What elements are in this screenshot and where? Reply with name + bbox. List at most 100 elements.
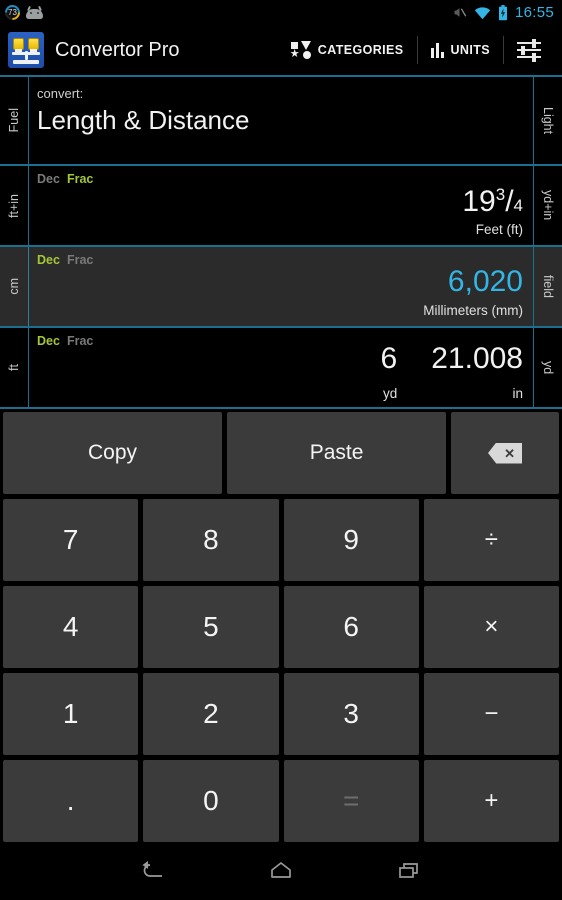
status-bar-clock: 16:55 xyxy=(514,4,554,21)
app-root: 73 16:55 Convertor Pro ★ CATEGORIES UNIT… xyxy=(0,0,562,900)
categories-label: CATEGORIES xyxy=(317,43,404,57)
key-0[interactable]: 0 xyxy=(143,760,279,842)
key-5[interactable]: 5 xyxy=(143,586,279,668)
key-label: + xyxy=(484,787,499,814)
category-selector[interactable]: convert: Length & Distance xyxy=(28,77,534,164)
copy-button[interactable]: Copy xyxy=(3,412,223,494)
frac-option[interactable]: Frac xyxy=(67,253,93,267)
conversion-row[interactable]: ft+in Dec Frac 193/4 Feet (ft) yd+in xyxy=(0,166,562,247)
row-content[interactable]: Dec Frac 193/4 Feet (ft) xyxy=(28,166,534,245)
key-label: 4 xyxy=(62,611,79,642)
fraction-denominator: 4 xyxy=(513,196,523,215)
keypad-row-4: . 0 = + xyxy=(3,760,559,842)
frac-option[interactable]: Frac xyxy=(67,172,93,186)
dec-option[interactable]: Dec xyxy=(37,334,60,348)
key-label: 7 xyxy=(62,524,79,555)
home-icon xyxy=(271,862,291,878)
conversion-row-active[interactable]: cm Dec Frac 6,020 Millimeters (mm) field xyxy=(0,247,562,328)
status-bar-right-icons: 16:55 xyxy=(452,4,554,21)
key-decimal[interactable]: . xyxy=(3,760,139,842)
dec-option[interactable]: Dec xyxy=(37,253,60,267)
key-3[interactable]: 3 xyxy=(283,673,419,755)
categories-button[interactable]: ★ CATEGORIES xyxy=(278,32,417,68)
row-next-unit-label: yd xyxy=(541,360,555,375)
key-label: 1 xyxy=(62,698,79,729)
row-prev-unit-tab[interactable]: ft xyxy=(0,328,28,407)
key-label: . xyxy=(66,785,75,816)
key-7[interactable]: 7 xyxy=(3,499,139,581)
row-next-unit-tab[interactable]: field xyxy=(534,247,562,326)
key-1[interactable]: 1 xyxy=(3,673,139,755)
conversion-rows: ft+in Dec Frac 193/4 Feet (ft) yd+in cm xyxy=(0,166,562,409)
row-prev-unit-label: cm xyxy=(7,278,21,295)
home-button[interactable] xyxy=(259,849,303,893)
row-prev-unit-tab[interactable]: cm xyxy=(0,247,28,326)
key-6[interactable]: 6 xyxy=(283,586,419,668)
convert-header: Fuel convert: Length & Distance Light xyxy=(0,77,562,166)
row-value-whole: 19 xyxy=(462,185,496,218)
row-prev-unit-label: ft xyxy=(7,364,21,371)
backspace-button[interactable]: ✕ xyxy=(451,412,559,494)
app-logo-icon xyxy=(8,32,44,68)
key-equals[interactable]: = xyxy=(283,760,419,842)
keypad-row-3: 1 2 3 − xyxy=(3,673,559,755)
dec-option[interactable]: Dec xyxy=(37,172,60,186)
key-label: 2 xyxy=(203,698,219,729)
conversion-row[interactable]: ft Dec Frac 6 yd 21.008 in yd xyxy=(0,328,562,409)
row-prev-unit-tab[interactable]: ft+in xyxy=(0,166,28,245)
wifi-icon xyxy=(474,6,491,19)
paste-button[interactable]: Paste xyxy=(227,412,447,494)
convert-sub-label: convert: xyxy=(37,86,84,101)
key-4[interactable]: 4 xyxy=(3,586,139,668)
key-multiply[interactable]: × xyxy=(423,586,559,668)
key-2[interactable]: 2 xyxy=(143,673,279,755)
back-icon xyxy=(142,861,162,877)
navigation-bar xyxy=(0,842,562,900)
settings-button[interactable] xyxy=(504,32,554,68)
copy-label: Copy xyxy=(88,441,138,464)
keypad-row-1: 7 8 9 ÷ xyxy=(3,499,559,581)
row-unit-label: Millimeters (mm) xyxy=(423,303,523,318)
key-label: 3 xyxy=(343,698,359,729)
current-category-title: Length & Distance xyxy=(37,105,250,135)
category-next-tab[interactable]: Light xyxy=(534,77,562,164)
key-minus[interactable]: − xyxy=(423,673,559,755)
battery-charging-icon xyxy=(498,4,507,20)
units-label: UNITS xyxy=(450,43,490,57)
key-divide[interactable]: ÷ xyxy=(423,499,559,581)
row-next-unit-tab[interactable]: yd+in xyxy=(534,166,562,245)
row-next-unit-tab[interactable]: yd xyxy=(534,328,562,407)
row-content[interactable]: Dec Frac 6 yd 21.008 in xyxy=(28,328,534,407)
frac-option[interactable]: Frac xyxy=(67,334,93,348)
row-content[interactable]: Dec Frac 6,020 Millimeters (mm) xyxy=(28,247,534,326)
key-8[interactable]: 8 xyxy=(143,499,279,581)
fraction-numerator: 3 xyxy=(495,185,506,204)
sliders-icon xyxy=(517,39,541,62)
status-bar: 73 16:55 xyxy=(0,0,562,25)
keypad-row-actions: Copy Paste ✕ xyxy=(3,412,559,494)
key-label: 0 xyxy=(203,785,219,816)
row-next-unit-label: field xyxy=(541,275,555,298)
dual-part-primary: 6 yd xyxy=(381,344,398,402)
dual-unit-secondary: in xyxy=(512,386,523,401)
action-bar-actions: ★ CATEGORIES UNITS xyxy=(278,32,554,68)
back-button[interactable] xyxy=(131,849,175,893)
keypad-row-2: 4 5 6 × xyxy=(3,586,559,668)
dual-unit-primary: yd xyxy=(382,386,398,401)
category-prev-label: Fuel xyxy=(7,108,21,133)
keypad: Copy Paste ✕ 7 8 9 ÷ 4 5 6 × 1 2 3 − . 0… xyxy=(0,409,562,842)
mute-icon xyxy=(454,8,467,17)
key-label: − xyxy=(484,700,499,727)
paste-label: Paste xyxy=(309,441,364,464)
category-prev-tab[interactable]: Fuel xyxy=(0,77,28,164)
key-plus[interactable]: + xyxy=(423,760,559,842)
row-value-fraction: 3/4 xyxy=(495,185,523,218)
key-label: 9 xyxy=(343,524,359,555)
status-bar-left-icons: 73 xyxy=(5,5,43,20)
key-label: 8 xyxy=(203,524,219,555)
recents-button[interactable] xyxy=(387,849,431,893)
units-button[interactable]: UNITS xyxy=(418,32,504,68)
key-9[interactable]: 9 xyxy=(283,499,419,581)
score-badge-label: 73 xyxy=(7,7,18,18)
action-bar: Convertor Pro ★ CATEGORIES UNITS xyxy=(0,25,562,77)
